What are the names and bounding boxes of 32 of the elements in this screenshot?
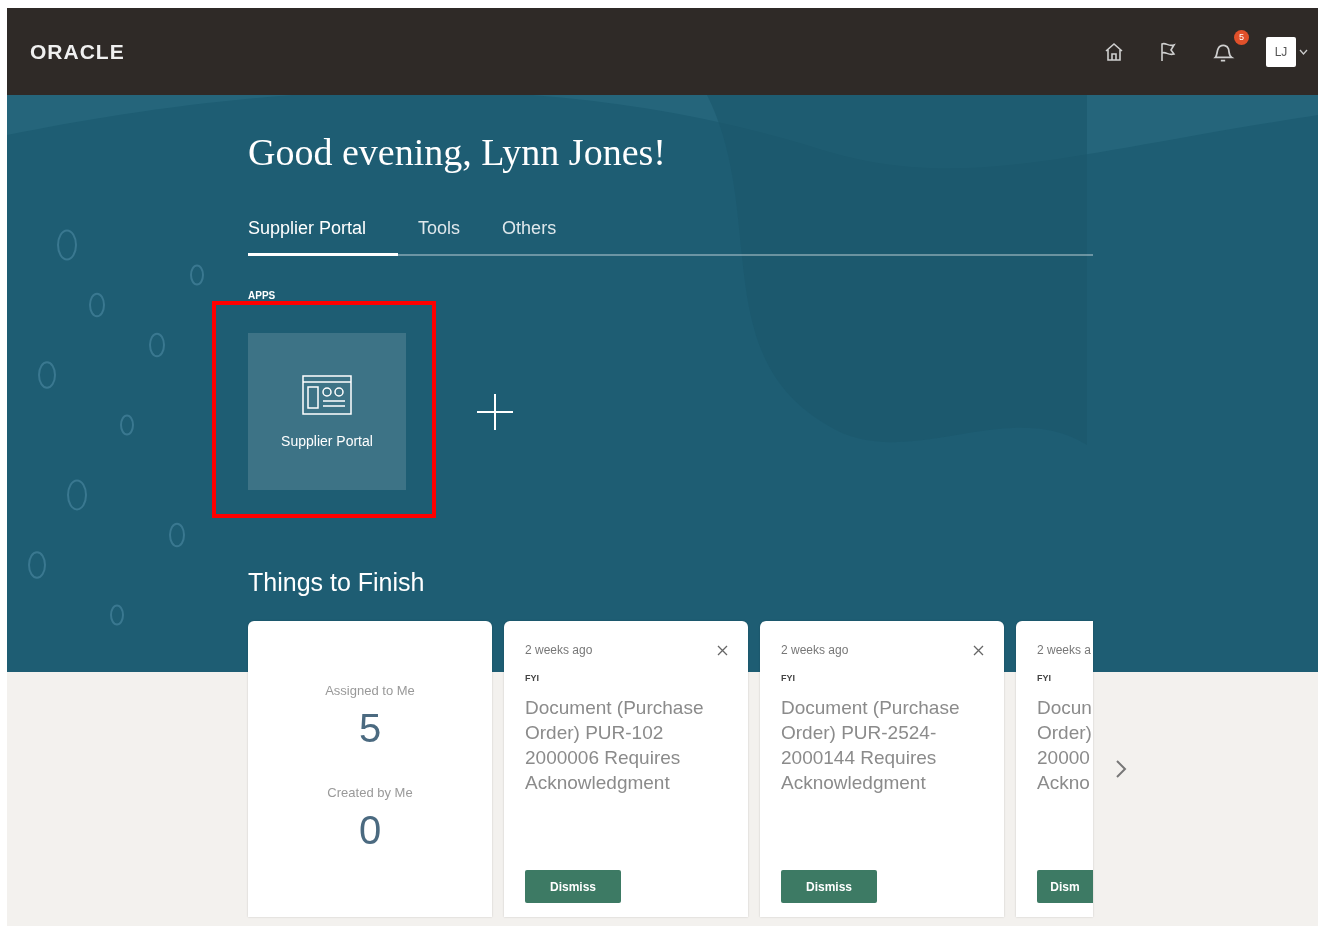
portal-icon xyxy=(302,374,352,415)
chevron-right-icon[interactable] xyxy=(1115,759,1127,779)
time-label: 2 weeks ago xyxy=(781,643,849,657)
user-avatar[interactable]: LJ xyxy=(1266,36,1296,67)
dismiss-button[interactable]: Dismiss xyxy=(525,870,621,903)
task-title[interactable]: Document (Purchase Order) PUR-102 2000006 Requires Acknowledgment xyxy=(525,695,728,795)
type-label: FYI xyxy=(525,673,540,683)
notification-badge: 5 xyxy=(1234,29,1249,45)
created-count[interactable]: 0 xyxy=(358,808,382,853)
close-icon[interactable] xyxy=(717,644,728,656)
greeting: Good evening, Lynn Jones! xyxy=(248,130,667,174)
assigned-label: Assigned to Me xyxy=(325,683,415,698)
tab[interactable]: Others xyxy=(502,218,557,256)
chevron-down-icon[interactable] xyxy=(1299,48,1308,55)
time-label: 2 weeks a xyxy=(1037,643,1092,657)
section-title: Things to Finish xyxy=(248,568,425,597)
time-label: 2 weeks ago xyxy=(525,643,593,657)
task-title[interactable]: Document (Purchase Order) PUR-2524- 2000144 Requires Acknowledgment xyxy=(781,695,984,795)
section-heading: APPS xyxy=(248,290,276,301)
tab[interactable]: Tools xyxy=(418,218,461,256)
assigned-count[interactable]: 5 xyxy=(358,706,382,751)
app-tile[interactable]: Supplier Portal xyxy=(248,333,406,490)
dismiss-button[interactable]: Dism xyxy=(1037,870,1093,903)
tab[interactable]: Supplier Portal xyxy=(248,218,399,256)
close-icon[interactable] xyxy=(973,644,984,656)
task-title[interactable]: Docun Order) 20000 Ackno xyxy=(1037,695,1093,795)
created-label: Created by Me xyxy=(327,785,413,800)
type-label: FYI xyxy=(781,673,796,683)
logo[interactable]: ORACLE xyxy=(30,39,125,64)
type-label: FYI xyxy=(1037,673,1052,683)
dismiss-button[interactable]: Dismiss xyxy=(781,870,877,903)
add-icon[interactable] xyxy=(476,392,514,431)
